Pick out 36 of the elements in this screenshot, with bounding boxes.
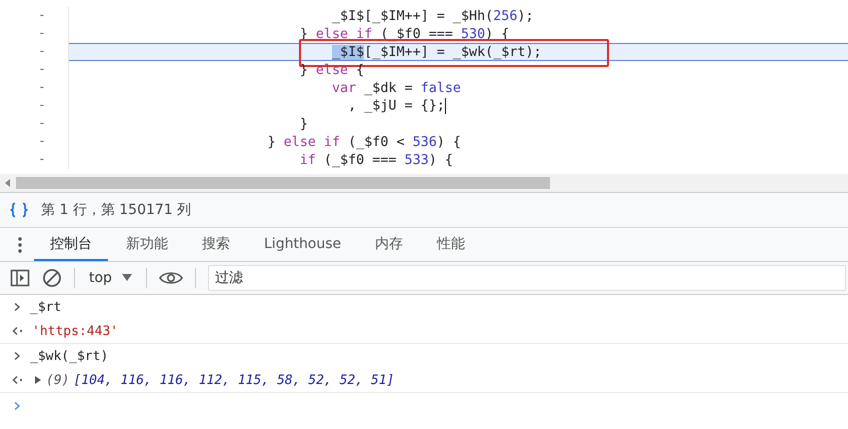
scroll-left-icon[interactable] [4,178,12,188]
expand-triangle-icon[interactable] [34,375,42,385]
drawer-tab[interactable]: 新功能 [110,228,184,261]
result-arrow-icon [12,375,24,385]
string-result: 'https:443' [32,324,118,338]
input-chevron-icon [12,302,22,312]
eye-icon[interactable] [158,271,183,285]
code-line: } else if (_$f0 < 536) { [266,134,461,150]
filter-field[interactable]: 过滤 [208,265,846,291]
drawer-tab[interactable]: 内存 [359,228,420,261]
drawer-tab[interactable]: Lighthouse [248,228,358,261]
pretty-print-icon[interactable] [9,202,29,218]
code-line: if (_$f0 === 533) { [298,152,453,168]
result-arrow-icon [12,326,24,336]
context-selector[interactable]: top [87,270,134,286]
code-line: var _$dk = false [330,80,461,96]
more-options-icon[interactable] [18,236,22,252]
code-line: } [298,116,308,132]
drawer-tab[interactable]: 搜索 [186,228,246,261]
code-line: _$I$[_$IM++] = _$Hh(256); [330,8,534,24]
clear-console-icon[interactable] [42,268,62,288]
drawer-tab[interactable]: 性能 [421,228,482,261]
scrollbar-thumb[interactable] [16,177,550,189]
array-length: (9) [46,372,70,388]
code-line: , _$jU = {}; [347,98,446,114]
code-line: } else { [298,62,364,78]
code-line: _$I$[_$IM++] = _$wk(_$rt); [330,44,542,60]
cursor-position: 第 1 行，第 150171 列 [41,201,192,219]
dropdown-caret-icon [122,274,132,282]
horizontal-scrollbar[interactable] [0,174,848,192]
console-command: _$rt [30,300,62,314]
prompt-chevron-icon[interactable] [12,401,22,411]
console-command: _$wk(_$rt) [30,348,108,364]
sidebar-toggle-icon[interactable] [10,269,30,287]
array-result: [104, 116, 116, 112, 115, 58, 52, 52, 51] [73,372,394,388]
input-chevron-icon [12,351,22,361]
